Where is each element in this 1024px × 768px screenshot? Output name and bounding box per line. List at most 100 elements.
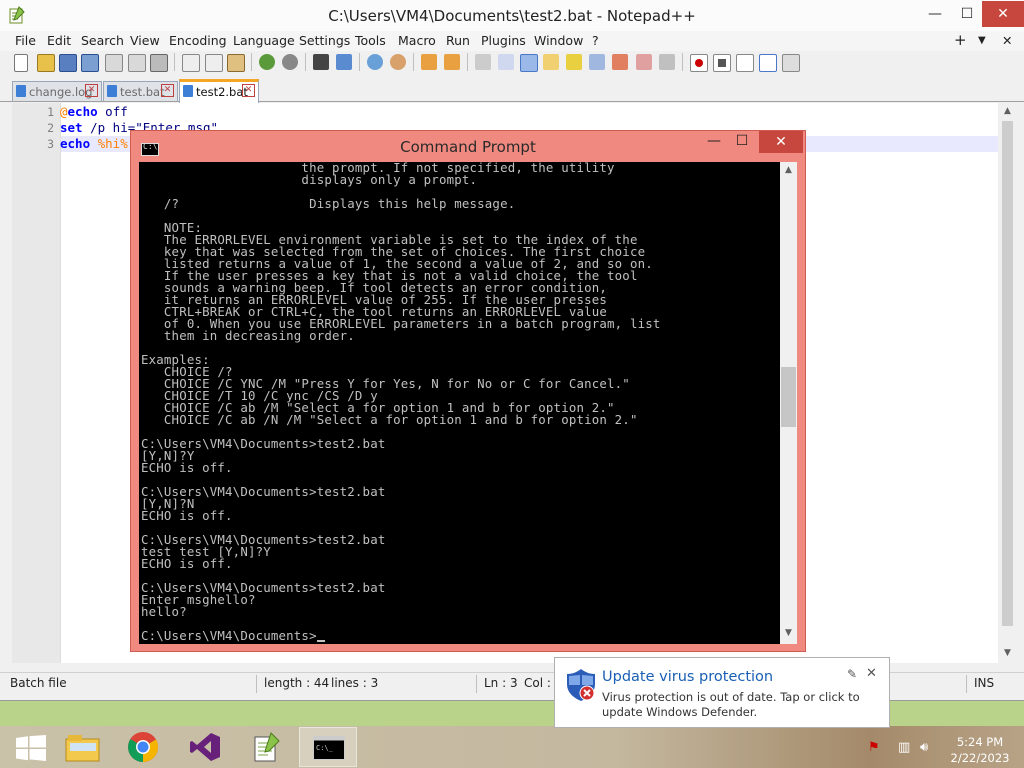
record-macro-icon[interactable] bbox=[690, 54, 708, 72]
status-column: Col : bbox=[524, 676, 551, 690]
taskbar-file-explorer[interactable] bbox=[54, 727, 112, 767]
maximize-button[interactable]: ☐ bbox=[950, 1, 984, 27]
new-file-icon[interactable] bbox=[14, 54, 28, 72]
run-macro-multiple-icon[interactable] bbox=[759, 54, 777, 72]
menu-settings[interactable]: Settings bbox=[299, 33, 350, 48]
print-icon[interactable] bbox=[150, 54, 168, 72]
cut-icon[interactable] bbox=[182, 54, 200, 72]
menu-bar: File Edit Search View Encoding Language … bbox=[0, 31, 1024, 51]
find-icon[interactable] bbox=[313, 54, 329, 70]
status-length: length : 44 bbox=[264, 676, 330, 690]
tab-label: change.log bbox=[29, 85, 93, 99]
console-vertical-scrollbar[interactable]: ▲ ▼ bbox=[780, 162, 797, 644]
action-center-flag-icon[interactable]: ⚑ bbox=[868, 740, 880, 755]
menu-language[interactable]: Language bbox=[233, 33, 295, 48]
menu-plugins[interactable]: Plugins bbox=[481, 33, 526, 48]
user-defined-language-icon[interactable] bbox=[543, 54, 559, 70]
function-list-icon[interactable] bbox=[589, 54, 605, 70]
new-tab-button[interactable]: + bbox=[954, 31, 967, 49]
menu-encoding[interactable]: Encoding bbox=[169, 33, 227, 48]
undo-icon[interactable] bbox=[259, 54, 275, 70]
scrollbar-thumb[interactable] bbox=[1002, 121, 1013, 626]
cmd-close-button[interactable]: ✕ bbox=[759, 131, 803, 153]
show-all-characters-icon[interactable] bbox=[498, 54, 514, 70]
copy-icon[interactable] bbox=[205, 54, 223, 72]
menu-run[interactable]: Run bbox=[446, 33, 470, 48]
menu-search[interactable]: Search bbox=[81, 33, 124, 48]
close-tab-icon[interactable]: ✕ bbox=[242, 84, 255, 97]
taskbar-visual-studio[interactable] bbox=[176, 727, 234, 767]
tab-test-bat[interactable]: test.bat ✕ bbox=[103, 81, 178, 101]
tab-label: test2.bat bbox=[196, 85, 248, 99]
indent-guide-icon[interactable] bbox=[520, 54, 538, 72]
scrollbar-thumb[interactable] bbox=[781, 367, 796, 427]
scroll-up-icon[interactable]: ▲ bbox=[999, 106, 1016, 116]
scroll-up-icon[interactable]: ▲ bbox=[780, 165, 797, 175]
taskbar-chrome[interactable] bbox=[115, 727, 173, 767]
network-icon[interactable]: ▥ bbox=[898, 740, 910, 755]
code-keyword: set bbox=[60, 120, 83, 135]
volume-icon[interactable]: 🔊︎ bbox=[920, 740, 928, 755]
tab-list-dropdown[interactable]: ▼ bbox=[978, 35, 986, 46]
paste-icon[interactable] bbox=[227, 54, 245, 72]
console-text: the prompt. If not specified, the utilit… bbox=[141, 162, 661, 643]
open-file-icon[interactable] bbox=[37, 54, 55, 72]
defender-notification[interactable]: Update virus protection Virus protection… bbox=[554, 657, 890, 728]
taskbar-notepad-plus-plus[interactable] bbox=[238, 727, 296, 767]
notification-close-button[interactable]: ✕ bbox=[866, 666, 877, 681]
close-tab-icon[interactable]: ✕ bbox=[85, 84, 98, 97]
sync-vertical-icon[interactable] bbox=[421, 54, 437, 70]
tab-change-log[interactable]: change.log ✕ bbox=[12, 81, 102, 101]
menu-window[interactable]: Window bbox=[534, 33, 583, 48]
system-clock[interactable]: 5:24 PM 2/22/2023 bbox=[940, 734, 1020, 766]
status-lines: lines : 3 bbox=[331, 676, 379, 690]
code-line-1[interactable]: @echo off bbox=[60, 104, 128, 119]
taskbar-command-prompt[interactable]: C:\_ bbox=[299, 727, 357, 767]
play-macro-icon[interactable] bbox=[736, 54, 754, 72]
tab-test2-bat[interactable]: test2.bat ✕ bbox=[179, 79, 259, 103]
menu-tools[interactable]: Tools bbox=[355, 33, 386, 48]
notepad-title-bar[interactable]: C:\Users\VM4\Documents\test2.bat - Notep… bbox=[0, 0, 1024, 31]
document-tabs: change.log ✕ test.bat ✕ test2.bat ✕ bbox=[0, 79, 1024, 103]
notification-message: Virus protection is out of date. Tap or … bbox=[602, 690, 860, 719]
document-map-icon[interactable] bbox=[566, 54, 582, 70]
scroll-down-icon[interactable]: ▼ bbox=[999, 648, 1016, 658]
menu-file[interactable]: File bbox=[15, 33, 36, 48]
stop-macro-icon[interactable] bbox=[713, 54, 731, 72]
pin-icon[interactable]: ✎ bbox=[847, 667, 857, 681]
code-keyword: echo bbox=[67, 104, 98, 119]
scroll-down-icon[interactable]: ▼ bbox=[780, 628, 797, 638]
minimize-button[interactable]: — bbox=[918, 1, 952, 27]
save-icon[interactable] bbox=[59, 54, 77, 72]
menu-macro[interactable]: Macro bbox=[398, 33, 436, 48]
close-file-icon[interactable] bbox=[105, 54, 123, 72]
console-output[interactable]: the prompt. If not specified, the utilit… bbox=[139, 162, 780, 644]
menu-view[interactable]: View bbox=[130, 33, 160, 48]
folder-as-workspace-icon[interactable] bbox=[612, 54, 628, 70]
replace-icon[interactable] bbox=[336, 54, 352, 70]
zoom-out-icon[interactable] bbox=[390, 54, 406, 70]
status-line-number: Ln : 3 bbox=[484, 676, 518, 690]
editor-vertical-scrollbar[interactable]: ▲ ▼ bbox=[999, 103, 1016, 663]
word-wrap-icon[interactable] bbox=[475, 54, 491, 70]
save-all-icon[interactable] bbox=[81, 54, 99, 72]
close-all-icon[interactable] bbox=[128, 54, 146, 72]
sync-horizontal-icon[interactable] bbox=[444, 54, 460, 70]
save-macro-icon[interactable] bbox=[782, 54, 800, 72]
windows-logo-icon bbox=[16, 735, 46, 761]
view-icon[interactable] bbox=[659, 54, 675, 70]
file-icon bbox=[16, 85, 26, 97]
cmd-maximize-button[interactable]: ☐ bbox=[727, 133, 757, 153]
chrome-icon bbox=[128, 732, 159, 762]
close-button[interactable]: ✕ bbox=[982, 1, 1024, 27]
menu-help[interactable]: ? bbox=[592, 33, 599, 48]
redo-icon[interactable] bbox=[282, 54, 298, 70]
menu-edit[interactable]: Edit bbox=[47, 33, 71, 48]
close-document-button[interactable]: ✕ bbox=[1002, 33, 1012, 48]
zoom-in-icon[interactable] bbox=[367, 54, 383, 70]
code-line-3[interactable]: echo %hi% bbox=[60, 136, 128, 151]
cmd-minimize-button[interactable]: — bbox=[699, 133, 729, 153]
monitoring-icon[interactable] bbox=[636, 54, 652, 70]
cmd-title-bar[interactable]: C:\ Command Prompt — ☐ ✕ bbox=[131, 131, 805, 161]
close-tab-icon[interactable]: ✕ bbox=[161, 84, 174, 97]
